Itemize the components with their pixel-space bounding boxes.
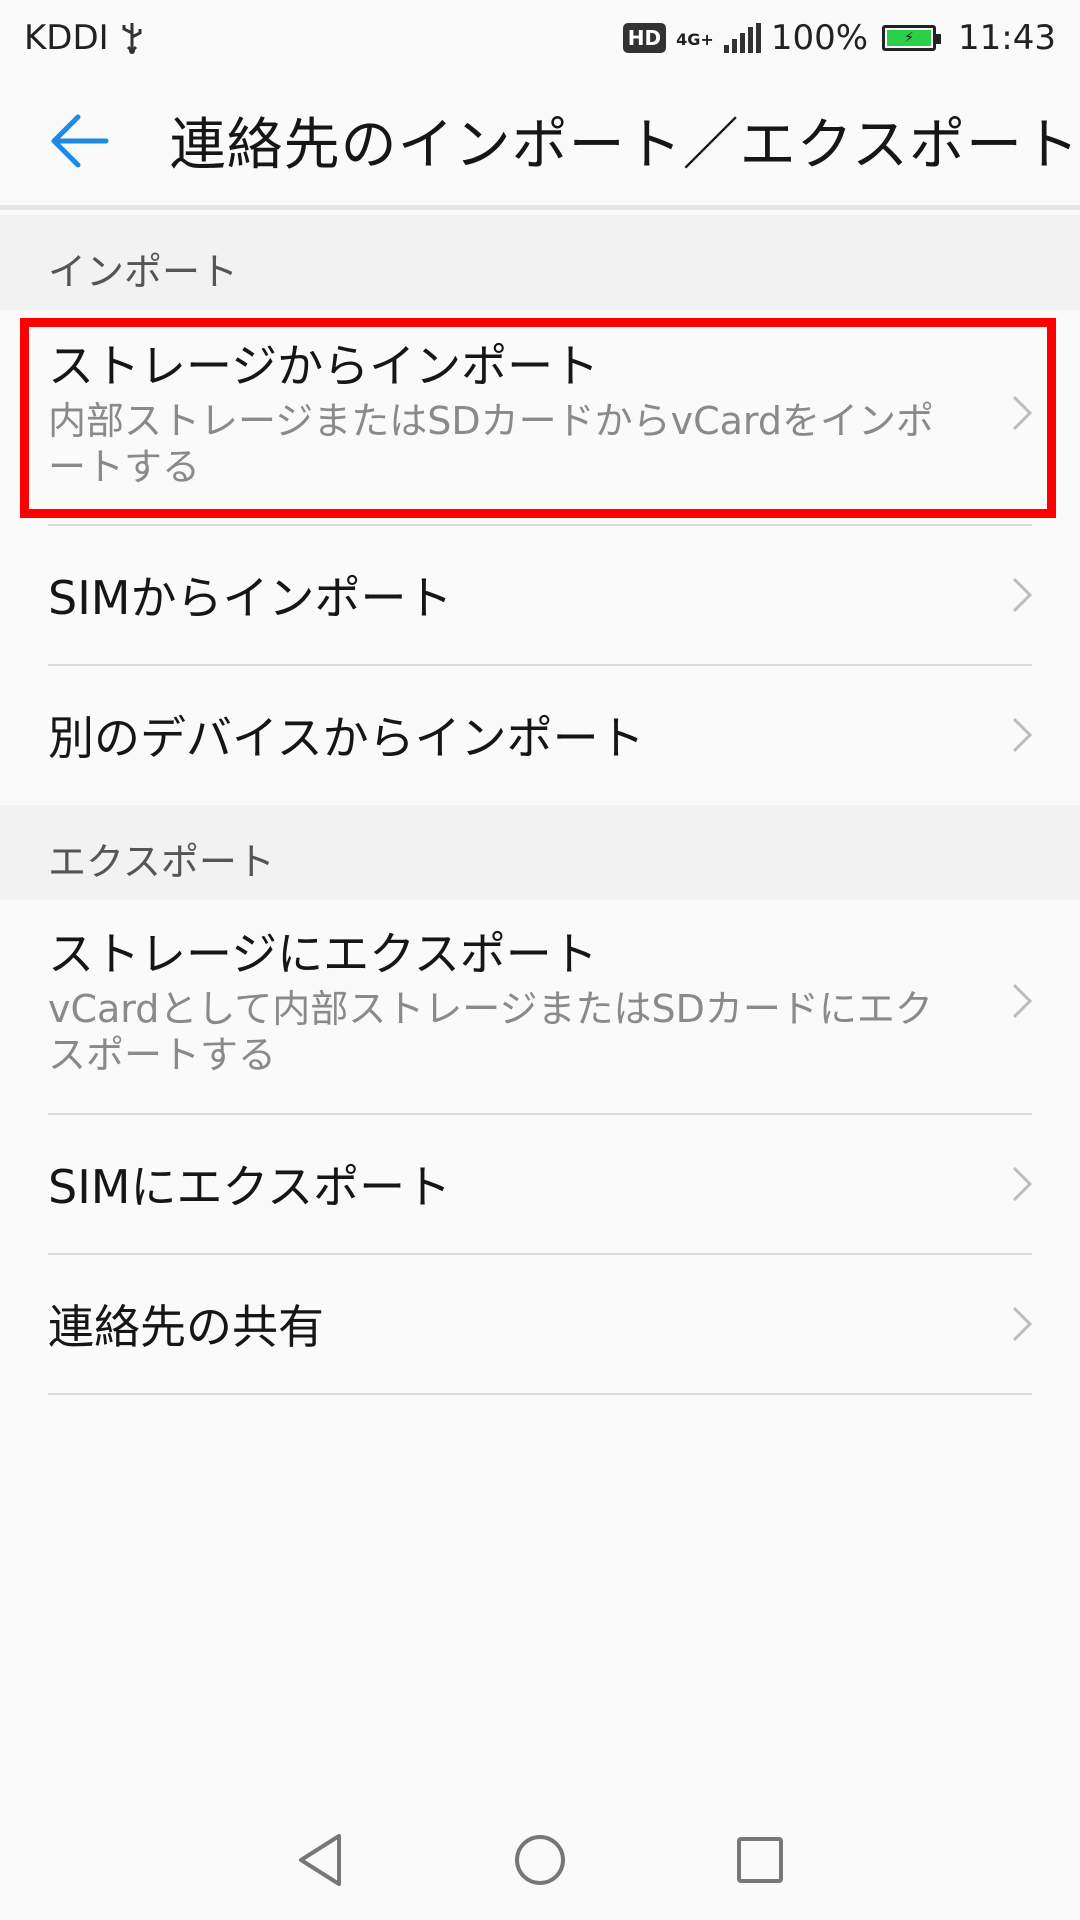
chevron-right-icon <box>1002 570 1042 620</box>
battery-percent: 100% <box>770 18 869 58</box>
carrier-label: KDDI <box>24 18 109 58</box>
chevron-right-icon <box>1002 1299 1042 1349</box>
section-header-import: インポート <box>0 215 1080 310</box>
list-item-import-storage[interactable]: ストレージからインポート 内部ストレージまたはSDカードからvCardをインポー… <box>0 330 1080 510</box>
list-item-share-contacts[interactable]: 連絡先の共有 <box>0 1255 1080 1393</box>
chevron-right-icon <box>1002 388 1042 438</box>
usb-icon <box>122 23 142 54</box>
item-title: ストレージからインポート <box>48 339 600 393</box>
chevron-right-icon <box>1002 976 1042 1026</box>
item-title: SIMからインポート <box>48 571 453 625</box>
nav-recents-button[interactable] <box>725 1825 795 1895</box>
status-bar: KDDI HD 4G+ 100% ⚡ 11:43 <box>0 0 1080 76</box>
list-item-import-sim[interactable]: SIMからインポート <box>0 526 1080 664</box>
back-arrow-icon <box>51 114 109 167</box>
signal-icon <box>723 23 761 53</box>
page-title: 連絡先のインポート／エクスポート <box>169 113 1080 178</box>
item-title: 連絡先の共有 <box>48 1300 324 1354</box>
nav-back-button[interactable] <box>285 1825 355 1895</box>
hd-badge: HD <box>622 23 667 53</box>
triangle-back-icon <box>299 1834 341 1886</box>
item-title: ストレージにエクスポート <box>48 927 598 981</box>
list-item-import-device[interactable]: 別のデバイスからインポート <box>0 666 1080 804</box>
list-item-export-sim[interactable]: SIMにエクスポート <box>0 1115 1080 1253</box>
divider <box>48 1393 1032 1395</box>
navigation-bar <box>0 1800 1080 1920</box>
network-type: 4G+ <box>676 30 714 49</box>
list-item-export-storage[interactable]: ストレージにエクスポート vCardとして内部ストレージまたはSDカードにエクス… <box>0 918 1080 1098</box>
item-subtitle: vCardとして内部ストレージまたはSDカードにエクスポートする <box>48 987 933 1077</box>
chevron-right-icon <box>1002 710 1042 760</box>
app-bar: 連絡先のインポート／エクスポート <box>0 76 1080 210</box>
circle-home-icon <box>515 1835 565 1885</box>
item-subtitle: 内部ストレージまたはSDカードからvCardをインポートする <box>48 399 935 489</box>
item-title: 別のデバイスからインポート <box>48 711 645 765</box>
square-recents-icon <box>737 1837 783 1883</box>
nav-home-button[interactable] <box>505 1825 575 1895</box>
section-header-label: エクスポート <box>48 840 275 884</box>
battery-icon: ⚡ <box>882 25 942 51</box>
section-header-label: インポート <box>48 250 239 294</box>
back-button[interactable] <box>38 96 122 186</box>
section-header-export: エクスポート <box>0 805 1080 900</box>
item-title: SIMにエクスポート <box>48 1160 452 1214</box>
clock: 11:43 <box>958 18 1056 58</box>
chevron-right-icon <box>1002 1159 1042 1209</box>
